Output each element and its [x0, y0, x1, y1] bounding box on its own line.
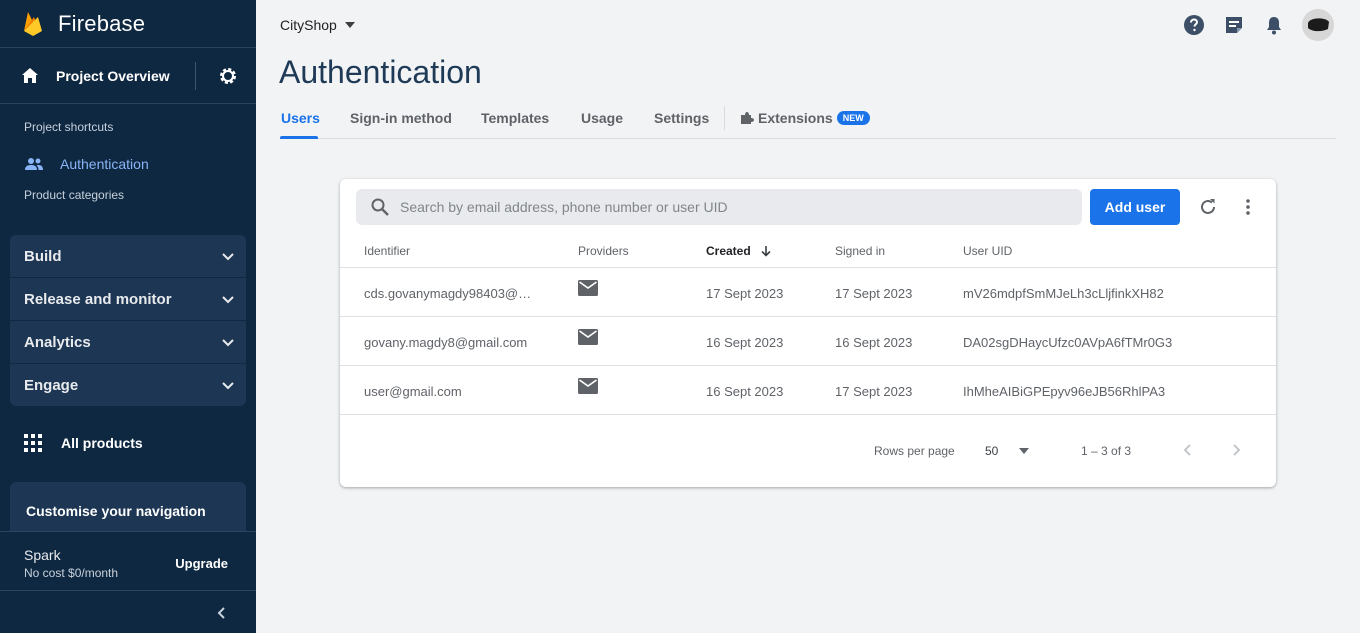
column-header-created[interactable]: Created [706, 244, 772, 258]
search-input[interactable] [400, 199, 1040, 215]
chevron-down-icon [222, 296, 234, 304]
project-shortcuts-label: Project shortcuts [24, 120, 114, 134]
tab-usage[interactable]: Usage [581, 110, 623, 126]
tab-users[interactable]: Users [281, 110, 320, 126]
cell-identifier: cds.govanymagdy98403@… [364, 286, 532, 301]
more-options-icon[interactable] [1238, 197, 1258, 217]
notifications-bell-icon[interactable] [1263, 14, 1285, 36]
page-title: Authentication [279, 54, 482, 90]
category-label: Analytics [24, 333, 91, 351]
category-list: Build Release and monitor Analytics Enga… [10, 235, 246, 406]
category-label: Engage [24, 377, 79, 394]
tab-extensions-label: Extensions [758, 110, 833, 126]
cell-user-uid: IhMheAIBiGPEpyv96eJB56RhlPA3 [963, 384, 1166, 399]
cell-signed-in: 17 Sept 2023 [835, 384, 913, 399]
cell-user-uid: DA02sgDHaycUfzc0AVpA6fTMr0G3 [963, 335, 1173, 350]
table-row[interactable]: govany.magdy8@gmail.com 16 Sept 2023 16 … [340, 316, 1276, 365]
app-name: Firebase [58, 10, 146, 36]
column-header-identifier[interactable]: Identifier [364, 244, 410, 258]
tab-settings[interactable]: Settings [654, 110, 709, 126]
caret-down-icon [344, 22, 355, 28]
upgrade-button[interactable]: Upgrade [175, 556, 228, 571]
top-bar: CityShop [256, 0, 1360, 50]
customise-navigation-label: Customise your navigation [26, 503, 206, 519]
tab-divider [724, 106, 725, 130]
project-name: CityShop [280, 17, 337, 33]
divider [195, 62, 196, 90]
cell-signed-in: 16 Sept 2023 [835, 335, 913, 350]
caret-down-icon[interactable] [1019, 448, 1029, 454]
sort-descending-arrow-icon [761, 246, 771, 257]
sidebar-item-build[interactable]: Build [10, 235, 246, 278]
release-notes-icon[interactable] [1223, 14, 1245, 36]
cell-user-uid: mV26mdpfSmMJeLh3cLljfinkXH82 [963, 286, 1164, 301]
tab-sign-in-method[interactable]: Sign-in method [350, 110, 452, 126]
new-badge: NEW [836, 111, 870, 125]
chevron-left-icon[interactable] [1180, 442, 1196, 458]
category-label: Build [24, 247, 62, 265]
column-header-user-uid[interactable]: User UID [963, 244, 1012, 258]
all-products-label: All products [61, 435, 143, 451]
add-user-button[interactable]: Add user [1090, 189, 1180, 225]
cell-created: 16 Sept 2023 [706, 335, 784, 350]
avatar[interactable] [1302, 9, 1334, 41]
sidebar-item-analytics[interactable]: Analytics [10, 321, 246, 364]
puzzle-piece-icon [741, 112, 754, 124]
chevron-down-icon [222, 253, 234, 261]
search-bar[interactable] [356, 189, 1082, 225]
tab-extensions[interactable]: Extensions NEW [740, 110, 870, 126]
table-row[interactable]: cds.govanymagdy98403@… 17 Sept 2023 17 S… [340, 267, 1276, 316]
cell-created: 16 Sept 2023 [706, 384, 784, 399]
column-header-created-label: Created [706, 244, 751, 258]
brand-header[interactable]: Firebase [0, 0, 256, 48]
help-icon[interactable] [1183, 14, 1205, 36]
cell-signed-in: 17 Sept 2023 [835, 286, 913, 301]
product-categories-label: Product categories [24, 188, 125, 202]
column-header-signed-in[interactable]: Signed in [835, 244, 885, 258]
tab-templates[interactable]: Templates [481, 110, 549, 126]
pagination-range: 1 – 3 of 3 [1081, 444, 1132, 458]
apps-grid-icon [24, 434, 42, 452]
rows-per-page-select[interactable]: 50 [985, 444, 998, 458]
people-icon [25, 158, 43, 170]
email-provider-icon [578, 280, 598, 296]
active-tab-indicator [280, 136, 318, 139]
email-provider-icon [578, 329, 598, 345]
cell-identifier: govany.magdy8@gmail.com [364, 335, 528, 350]
sidebar-item-engage[interactable]: Engage [10, 364, 246, 407]
gear-icon[interactable] [218, 66, 238, 86]
home-icon [22, 67, 38, 83]
collapse-sidebar-icon[interactable] [215, 606, 229, 620]
sidebar: Firebase Project Overview Project shortc… [0, 0, 256, 633]
project-overview[interactable]: Project Overview [0, 48, 256, 104]
column-header-providers[interactable]: Providers [578, 244, 629, 258]
sidebar-item-all-products[interactable]: All products [24, 434, 143, 452]
search-icon [371, 198, 389, 216]
plan-panel: Spark No cost $0/month Upgrade [0, 531, 256, 591]
category-label: Release and monitor [24, 290, 172, 308]
cell-identifier: user@gmail.com [364, 384, 462, 399]
users-card: Add user Identifier Providers Created Si… [340, 179, 1276, 487]
avatar-image-icon [1302, 9, 1334, 41]
rows-per-page-label: Rows per page [874, 444, 955, 458]
table-row[interactable]: user@gmail.com 16 Sept 2023 17 Sept 2023… [340, 365, 1276, 414]
project-selector[interactable]: CityShop [280, 17, 355, 33]
firebase-logo-icon [24, 11, 42, 36]
sidebar-item-authentication[interactable]: Authentication [0, 146, 256, 182]
email-provider-icon [578, 378, 598, 394]
chevron-down-icon [222, 339, 234, 347]
sidebar-item-label: Authentication [60, 156, 149, 172]
project-overview-label: Project Overview [56, 67, 170, 84]
refresh-icon[interactable] [1198, 197, 1218, 217]
tab-bar: Users Sign-in method Templates Usage Set… [280, 100, 1336, 139]
chevron-right-icon[interactable] [1228, 442, 1244, 458]
sidebar-item-release-and-monitor[interactable]: Release and monitor [10, 278, 246, 321]
table-bottom-divider [340, 414, 1276, 415]
cell-created: 17 Sept 2023 [706, 286, 784, 301]
chevron-down-icon [222, 382, 234, 390]
